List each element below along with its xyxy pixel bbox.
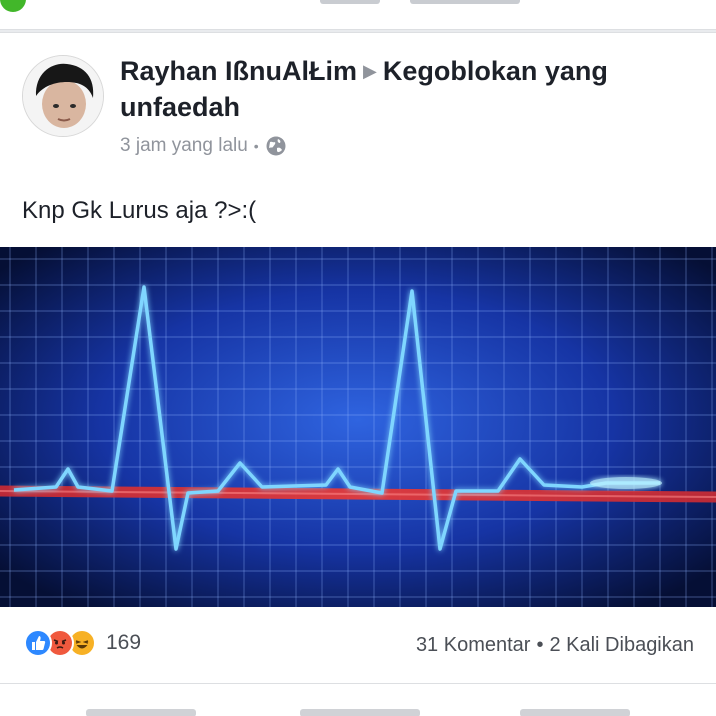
avatar-photo [23,56,103,136]
reaction-count[interactable]: 169 [106,631,141,655]
post-photo[interactable] [0,247,716,607]
shared-to-arrow-icon: ▶ [363,61,377,81]
reaction-summary[interactable]: 169 [24,629,141,657]
truncated-action-hint [320,0,380,4]
post-timestamp[interactable]: 3 jam yang lalu [120,135,248,157]
author-avatar[interactable] [22,55,104,137]
stats-separator: • [536,634,544,656]
like-action-button[interactable] [86,709,196,716]
share-count[interactable]: 2 Kali Dibagikan [549,634,694,657]
author-name[interactable]: Rayhan IßnuAlŁim [120,56,357,86]
comment-share-summary: 31 Komentar • 2 Kali Dibagikan [416,634,694,657]
comment-action-button[interactable] [300,709,420,716]
trace-head-glow [590,477,662,489]
previous-post-edge [0,0,716,30]
meta-separator: • [253,138,259,154]
post-meta: 3 jam yang lalu • [120,135,287,157]
engagement-bar: 169 31 Komentar • 2 Kali Dibagikan [0,623,716,663]
post-body: Knp Gk Lurus aja ?>:( [22,197,257,224]
online-indicator-icon [0,0,26,12]
feed-post-card: Rayhan IßnuAlŁim ▶ Kegoblokan yang unfaeda… [0,32,716,716]
truncated-action-hint [410,0,520,4]
post-header: Rayhan IßnuAlŁim ▶ Kegoblokan yang unfaeda… [0,33,716,173]
like-reaction-icon [24,629,52,657]
action-divider [0,683,716,684]
author-line: Rayhan IßnuAlŁim ▶ Kegoblokan yang unfaeda… [120,53,700,125]
ecg-heartbeat-image [0,247,716,607]
post-action-bar [0,709,716,716]
share-action-button[interactable] [520,709,630,716]
comment-count[interactable]: 31 Komentar [416,634,531,657]
globe-icon [266,136,286,156]
